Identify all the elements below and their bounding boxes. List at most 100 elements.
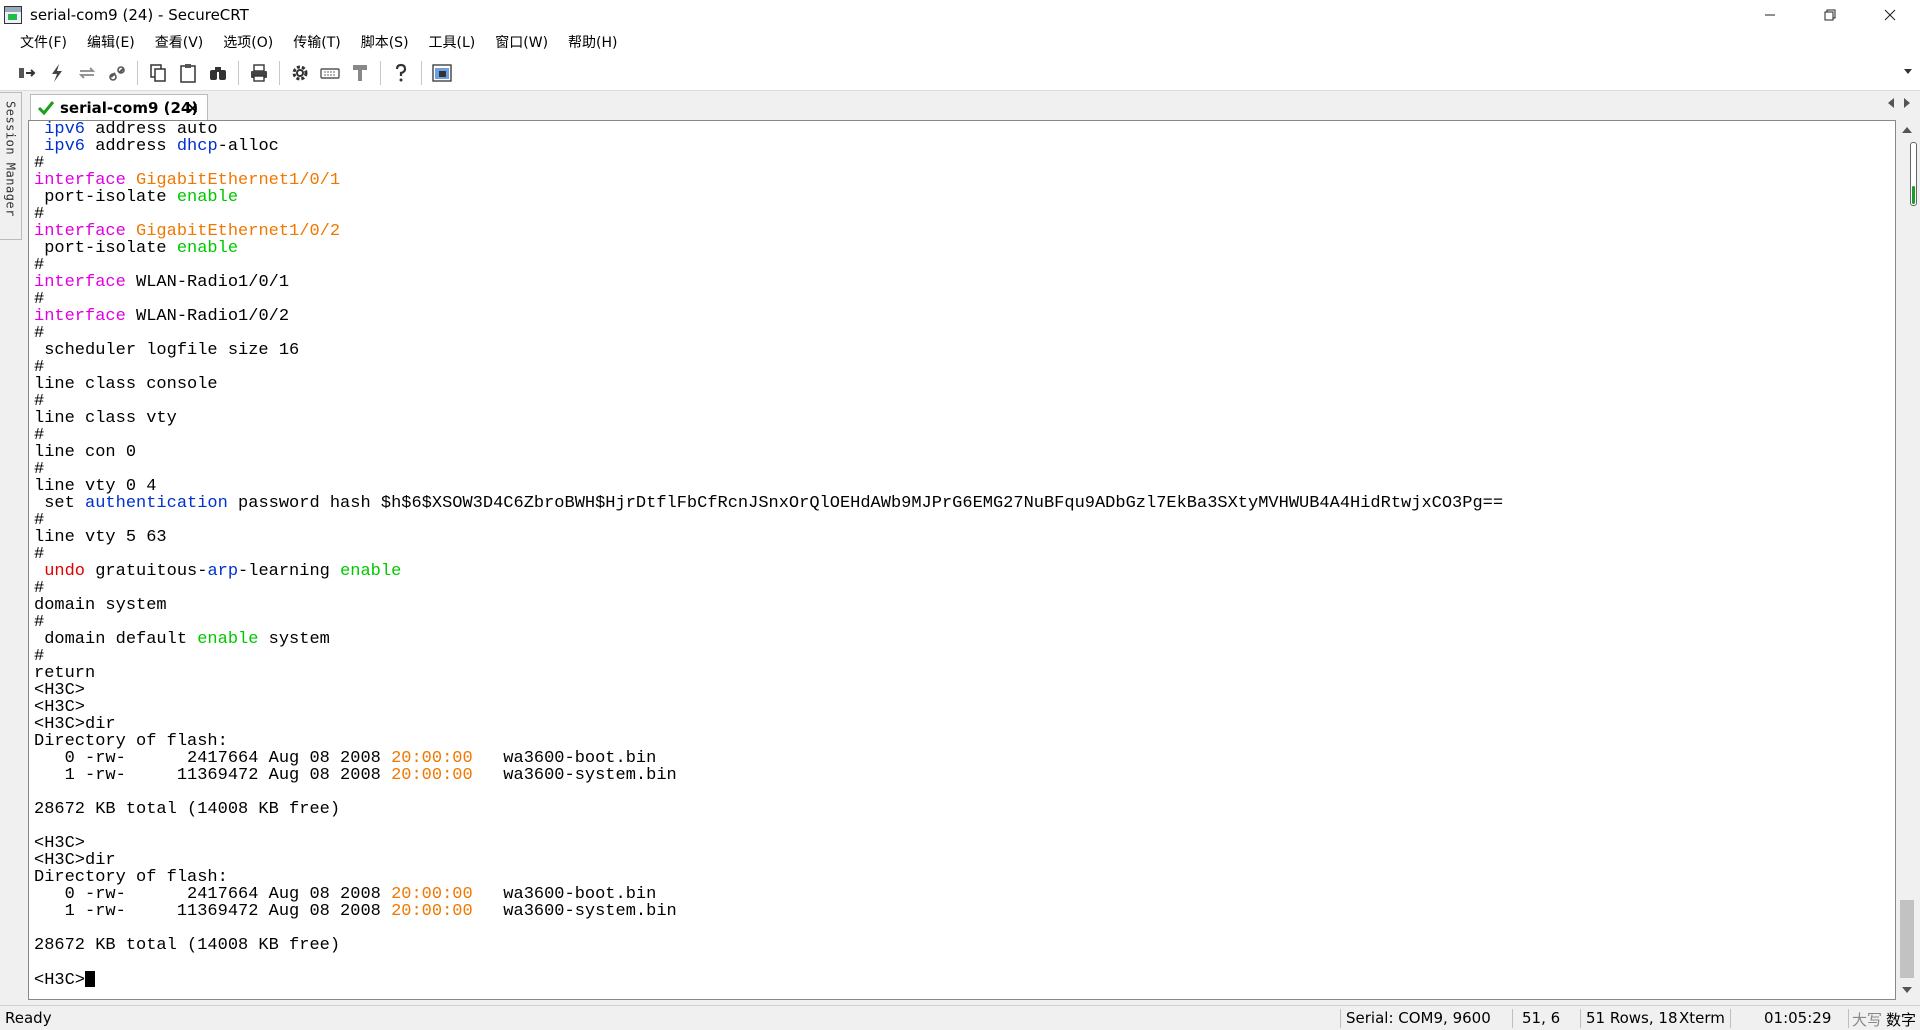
print-button[interactable]: [244, 58, 274, 88]
status-emulation: Xterm: [1679, 1009, 1725, 1027]
terminal-cursor: [85, 971, 96, 987]
menu-options[interactable]: 选项(O): [213, 29, 283, 55]
status-caps-lock: 大写: [1852, 1011, 1883, 1029]
terminal-line: #: [34, 291, 1503, 308]
find-button[interactable]: [203, 58, 233, 88]
minimize-button[interactable]: [1740, 0, 1800, 29]
scroll-down-icon[interactable]: [1902, 987, 1912, 993]
tab-scroll-left-icon[interactable]: [1888, 98, 1894, 108]
restore-button[interactable]: [1800, 0, 1860, 29]
disconnect-icon: [109, 65, 125, 81]
tab-scroll-right-icon[interactable]: [1904, 98, 1910, 108]
scrollbar-thumb[interactable]: [1900, 900, 1914, 978]
keymap-button[interactable]: [315, 58, 345, 88]
terminal-text: port-isolate: [34, 188, 177, 207]
terminal-line: #: [34, 461, 1503, 478]
connect-bar-icon: [19, 67, 36, 78]
terminal-line: line con 0: [34, 444, 1503, 461]
session-manager-label: Session Manager: [3, 101, 18, 217]
terminal-text: address: [85, 137, 177, 156]
toolbar-overflow-icon[interactable]: [1904, 69, 1912, 74]
terminal-line: 0 -rw- 2417664 Aug 08 2008 20:00:00 wa36…: [34, 750, 1503, 767]
menu-edit[interactable]: 编辑(E): [77, 29, 145, 55]
scroll-up-icon[interactable]: [1902, 127, 1912, 133]
menu-transfer[interactable]: 传输(T): [283, 29, 350, 55]
toolbar-separator: [279, 60, 280, 85]
terminal-text: 28672 KB total (14008 KB free): [34, 936, 341, 955]
session-options-button[interactable]: [285, 58, 315, 88]
menu-tools[interactable]: 工具(L): [419, 29, 486, 55]
menu-window[interactable]: 窗口(W): [485, 29, 558, 55]
terminal-line: Directory of flash:: [34, 869, 1503, 886]
quick-connect-button[interactable]: [42, 58, 72, 88]
help-button[interactable]: [386, 58, 416, 88]
status-num-lock: 数字: [1886, 1011, 1917, 1029]
terminal-text: 1 -rw- 11369472 Aug 08 2008: [34, 902, 392, 921]
terminal-screen[interactable]: ipv6 address auto ipv6 address dhcp-allo…: [28, 120, 1896, 1000]
terminal-line: interface WLAN-Radio1/0/1: [34, 274, 1503, 291]
terminal-scrollbar[interactable]: [1897, 120, 1917, 1000]
terminal-text: -learning: [238, 562, 341, 581]
terminal-text: system: [258, 630, 330, 649]
terminal-line: interface GigabitEthernet1/0/2: [34, 223, 1503, 240]
terminal-line: line vty 5 63: [34, 529, 1503, 546]
status-ready: Ready: [5, 1009, 52, 1027]
paste-button[interactable]: [173, 58, 203, 88]
menu-view[interactable]: 查看(V): [145, 29, 214, 55]
terminal-text: undo: [44, 562, 86, 581]
copy-icon: [150, 63, 166, 82]
status-divider: [1340, 1009, 1341, 1028]
tab-serial-com9[interactable]: serial-com9 (24) ×: [30, 94, 208, 120]
terminal-line: #: [34, 512, 1503, 529]
terminal-line: #: [34, 648, 1503, 665]
securecrt-app-icon[interactable]: [4, 5, 22, 24]
terminal-text: line class console: [34, 375, 218, 394]
menu-file[interactable]: 文件(F): [10, 29, 77, 55]
terminal-line: <H3C>: [34, 835, 1503, 852]
terminal-line: 1 -rw- 11369472 Aug 08 2008 20:00:00 wa3…: [34, 903, 1503, 920]
terminal-line: line class console: [34, 376, 1503, 393]
terminal-line: #: [34, 580, 1503, 597]
screen-capture-button[interactable]: [427, 58, 457, 88]
terminal-line: #: [34, 325, 1503, 342]
terminal-text: 28672 KB total (14008 KB free): [34, 800, 341, 819]
connect-bar-button[interactable]: [12, 58, 42, 88]
session-options-icon: [292, 65, 308, 80]
status-time: 01:05:29: [1764, 1009, 1832, 1027]
close-button[interactable]: [1860, 0, 1920, 29]
status-bar: Ready Serial: COM9, 9600 51, 6 51 Rows, …: [0, 1005, 1920, 1030]
checkmark-icon: [37, 100, 55, 115]
securecrt-window: serial-com9 (24) - SecureCRT 文件(F) 编辑(E)…: [0, 0, 1920, 1030]
find-icon: [210, 66, 226, 80]
terminal-line: #: [34, 393, 1503, 410]
terminal-text: scheduler logfile size 16: [34, 341, 300, 360]
terminal-text: interface: [34, 307, 126, 326]
terminal-text: wa3600-system.bin: [472, 766, 677, 785]
terminal-line: domain default enable system: [34, 631, 1503, 648]
sftp-icon: [353, 64, 367, 81]
disconnect-button[interactable]: [102, 58, 132, 88]
status-divider: [1580, 1009, 1581, 1028]
copy-button[interactable]: [143, 58, 173, 88]
terminal-text: password hash $h$6$XSOW3D4C6ZbroBWH$HjrD…: [227, 494, 1504, 513]
tab-close-icon[interactable]: ×: [186, 99, 199, 117]
terminal-text: <H3C>: [34, 971, 86, 990]
terminal-text: enable: [176, 188, 239, 207]
terminal-text: enable: [197, 630, 259, 649]
terminal-text: WLAN-Radio1/0/1: [125, 273, 290, 292]
session-manager-tab[interactable]: Session Manager: [0, 92, 22, 240]
terminal-text: wa3600-system.bin: [472, 902, 677, 921]
close-icon: [1884, 9, 1896, 20]
menu-help[interactable]: 帮助(H): [558, 29, 627, 55]
status-divider: [1512, 1009, 1513, 1028]
toolbar-separator: [380, 60, 381, 85]
menu-script[interactable]: 脚本(S): [351, 29, 419, 55]
tab-navigation: [1888, 98, 1910, 108]
sftp-button[interactable]: [345, 58, 375, 88]
terminal-line: set authentication password hash $h$6$XS…: [34, 495, 1503, 512]
terminal-text: dhcp: [176, 137, 218, 156]
reconnect-icon: [78, 66, 96, 79]
help-icon: [395, 63, 407, 81]
reconnect-button[interactable]: [72, 58, 102, 88]
